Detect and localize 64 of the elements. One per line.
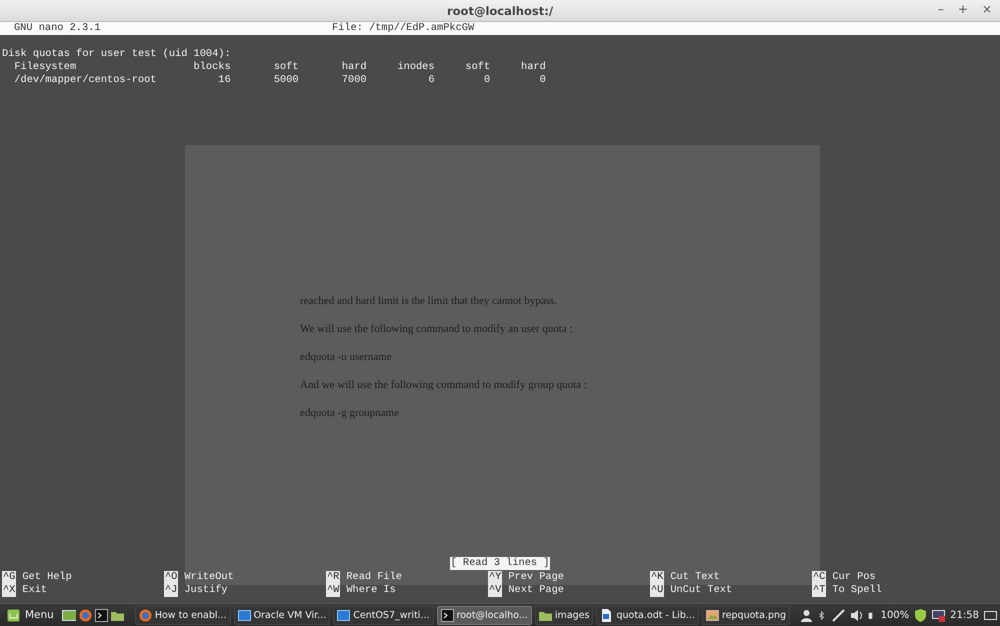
image-icon: [706, 608, 719, 622]
menu-button[interactable]: Menu: [3, 608, 58, 622]
shield-icon: [914, 608, 928, 622]
shortcut-key: ^V: [488, 584, 502, 597]
taskbar-task[interactable]: Oracle VM Vir...: [234, 606, 330, 624]
shortcut-label: Justify: [184, 584, 228, 597]
document-text: And we will use the following command to modify group quota :: [300, 379, 588, 391]
window-title: root@localhost:/: [446, 4, 554, 18]
globe-icon: [138, 608, 152, 622]
shortcut-key: ^T: [812, 584, 826, 597]
shortcut-label: Cut Text: [670, 571, 720, 584]
volume-icon: [850, 608, 863, 622]
desktop-icon: [984, 608, 997, 622]
file-name: File: /tmp//EdP.amPkcGW: [332, 22, 474, 35]
document-text: edquota -g groupname: [300, 407, 400, 419]
monitor-icon: [932, 608, 946, 622]
terminal-line: /dev/mapper/centos-root 16 5000 7000 6 0 0: [13, 74, 547, 87]
shortcut-label: Prev Page: [508, 571, 564, 584]
taskbar-task[interactable]: root@localho...: [436, 606, 532, 624]
terminal-icon: [440, 608, 454, 622]
taskbar-task[interactable]: How to enabl...: [134, 606, 231, 624]
window-control[interactable]: –: [936, 2, 946, 16]
shortcut-label: Exit: [22, 584, 48, 597]
shortcut-key: ^W: [326, 584, 340, 597]
shortcut-label: WriteOut: [184, 571, 234, 584]
terminal-line: Disk quotas for user test (uid 1004):: [2, 48, 232, 61]
window-control[interactable]: +: [956, 2, 970, 16]
desktop-icon: [60, 608, 76, 622]
terminal-icon: [94, 608, 108, 622]
clock: 21:58: [950, 610, 979, 620]
shortcut-key: ^R: [326, 571, 340, 584]
document-icon: [600, 608, 614, 622]
shortcut-key: ^K: [650, 571, 664, 584]
shortcut-key: ^X: [2, 584, 16, 597]
taskbar-task[interactable]: CentOS7_writi...: [333, 606, 434, 624]
taskbar-task[interactable]: repquota.png: [702, 606, 790, 624]
nano-version: GNU nano 2.3.1: [14, 22, 102, 35]
shortcut-key: ^O: [164, 571, 178, 584]
shortcut-label: Next Page: [508, 584, 564, 597]
shortcut-label: Read File: [346, 571, 402, 584]
document-text: edquota -u username: [300, 351, 393, 363]
shortcut-label: UnCut Text: [670, 584, 732, 597]
shortcut-label: Get Help: [22, 571, 72, 584]
shortcut-label: Cur Pos: [832, 571, 876, 584]
terminal-line: Filesystem blocks soft hard inodes soft hard: [13, 61, 547, 74]
document-text: We will use the following command to modify an user quota :: [300, 323, 574, 335]
window-icon: [337, 608, 350, 622]
user-icon: [800, 608, 813, 622]
shortcut-label: To Spell: [832, 584, 882, 597]
globe-icon: [78, 608, 92, 622]
shortcut-key: ^Y: [488, 571, 502, 584]
taskbar-task[interactable]: quota.odt - Lib...: [596, 606, 699, 624]
shortcut-label: Where Is: [346, 584, 396, 597]
window-icon: [238, 608, 251, 622]
document-text: reached and hard limit is the limit that they cannot bypass.: [300, 295, 558, 307]
status-message: [ Read 3 lines ]: [450, 557, 550, 570]
shortcut-key: ^U: [650, 584, 664, 597]
taskbar-task[interactable]: images: [534, 606, 594, 624]
bluetooth-icon: [818, 608, 827, 622]
shortcut-key: ^G: [2, 571, 16, 584]
shortcut-key: ^C: [812, 571, 826, 584]
battery-level: 100%: [880, 610, 910, 620]
window-control[interactable]: ×: [980, 2, 994, 16]
shortcut-key: ^J: [164, 584, 178, 597]
